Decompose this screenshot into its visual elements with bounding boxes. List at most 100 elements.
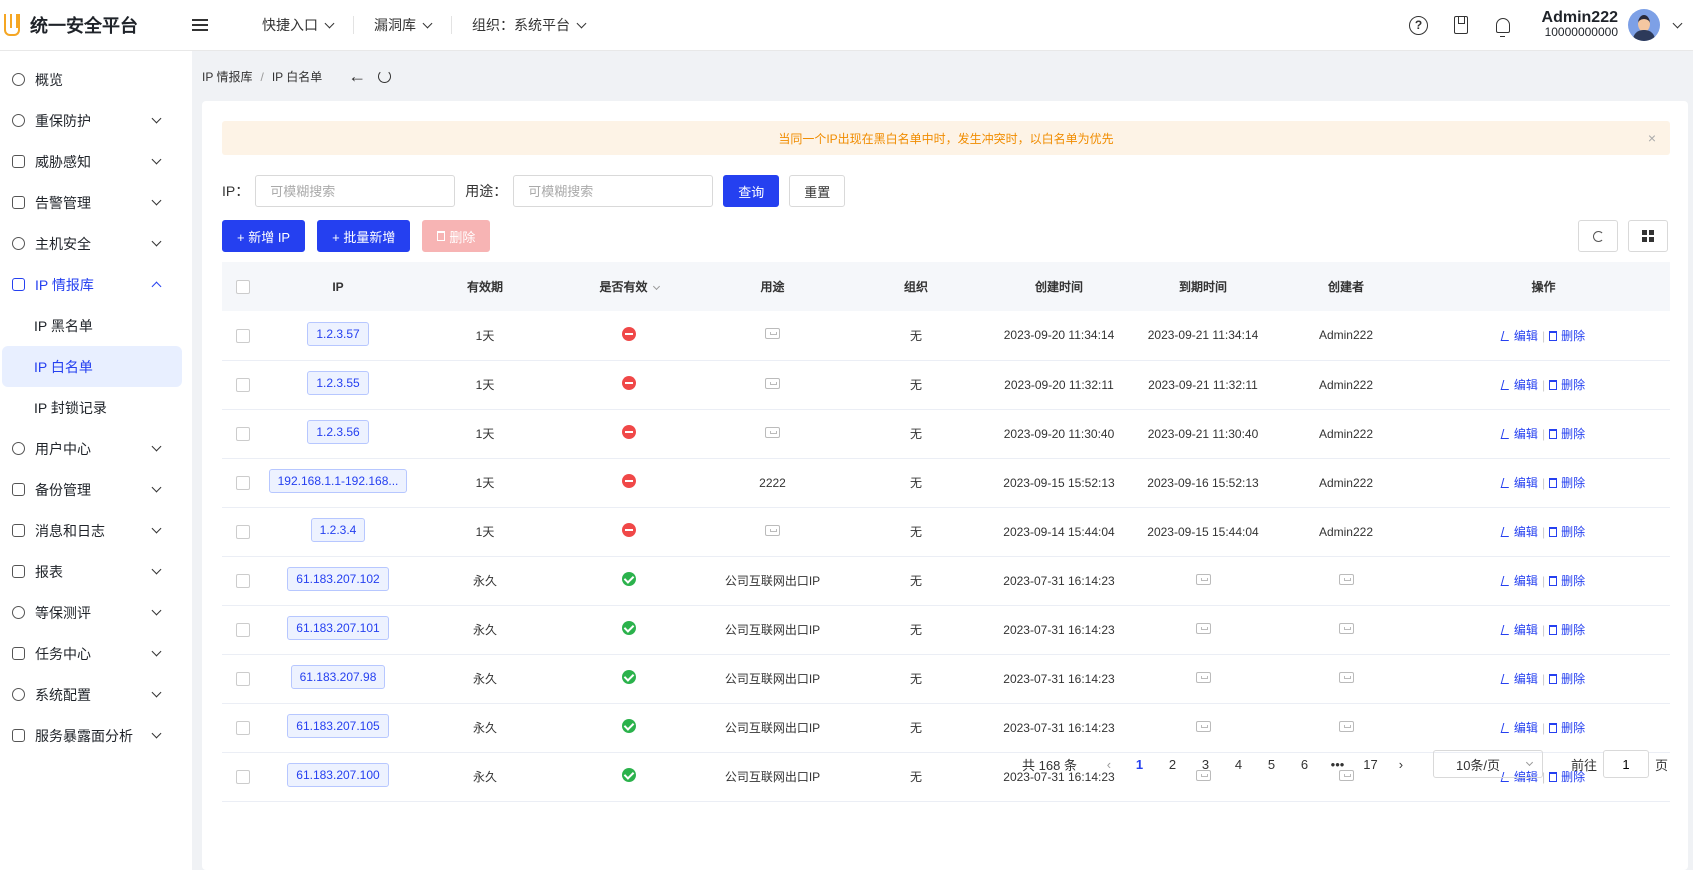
ip-tag[interactable]: 1.2.3.57 xyxy=(307,321,369,346)
sort-icon xyxy=(652,282,660,291)
row-checkbox[interactable] xyxy=(236,426,250,441)
search-button[interactable]: 查询 xyxy=(723,175,780,207)
add-ip-button[interactable]: + 新增 IP xyxy=(222,220,306,252)
page-2[interactable]: 2 xyxy=(1156,757,1189,772)
page-1[interactable]: 1 xyxy=(1123,757,1156,772)
jump-page-input[interactable] xyxy=(1602,750,1649,778)
edit-button[interactable]: 编辑 xyxy=(1500,329,1538,343)
sidebar-item-system-config[interactable]: 系统配置 xyxy=(0,674,192,715)
notifications-button[interactable] xyxy=(1492,14,1514,37)
row-delete-button[interactable]: 删除 xyxy=(1549,329,1585,343)
row-delete-button[interactable]: 删除 xyxy=(1549,672,1585,686)
sidebar-sub-ip-block-records[interactable]: IP 封锁记录 xyxy=(2,387,182,428)
select-all-checkbox[interactable] xyxy=(236,279,250,294)
column-settings-button[interactable] xyxy=(1628,220,1668,252)
sidebar-sub-ip-blacklist[interactable]: IP 黑名单 xyxy=(2,305,182,346)
edit-button[interactable]: 编辑 xyxy=(1500,378,1538,392)
ip-tag[interactable]: 1.2.3.4 xyxy=(310,518,366,542)
org-cell: 无 xyxy=(909,328,922,343)
avatar[interactable] xyxy=(1628,9,1660,41)
edit-button[interactable]: 编辑 xyxy=(1500,623,1538,637)
breadcrumb-parent[interactable]: IP 情报库 xyxy=(202,68,252,85)
nav-quick-entry[interactable]: 快捷入口 xyxy=(242,16,354,34)
page-3[interactable]: 3 xyxy=(1189,757,1222,772)
edit-button[interactable]: 编辑 xyxy=(1500,672,1538,686)
use-search-input[interactable] xyxy=(513,175,714,207)
row-delete-button[interactable]: 删除 xyxy=(1549,623,1585,637)
user-info[interactable]: Admin222 10000000000 xyxy=(1542,10,1618,40)
page-6[interactable]: 6 xyxy=(1288,757,1321,772)
row-delete-button[interactable]: 删除 xyxy=(1549,476,1585,490)
ip-tag[interactable]: 61.183.207.105 xyxy=(287,714,389,738)
expires-cell: 2023-09-21 11:30:40 xyxy=(1131,409,1275,458)
sidebar-item-messages-logs[interactable]: 消息和日志 xyxy=(0,510,192,551)
page-4[interactable]: 4 xyxy=(1222,757,1255,772)
sidebar-sub-ip-whitelist[interactable]: IP 白名单 xyxy=(2,346,182,387)
page-size-select[interactable]: 10条/页 xyxy=(1432,750,1543,778)
row-checkbox[interactable] xyxy=(236,573,250,588)
row-checkbox[interactable] xyxy=(236,475,250,490)
edit-button[interactable]: 编辑 xyxy=(1500,427,1538,441)
back-arrow-icon[interactable]: ← xyxy=(348,66,366,87)
sidebar-item-backup[interactable]: 备份管理 xyxy=(0,469,192,510)
sidebar-item-overview[interactable]: 概览 xyxy=(0,59,192,100)
row-checkbox[interactable] xyxy=(236,622,250,637)
sidebar-item-reports[interactable]: 报表 xyxy=(0,551,192,592)
app-logo[interactable]: 统一安全平台 xyxy=(0,12,192,38)
ip-tag[interactable]: 61.183.207.101 xyxy=(287,616,389,640)
delete-button[interactable]: 删除 xyxy=(422,220,491,252)
prev-page-icon[interactable]: ‹ xyxy=(1095,757,1123,772)
ip-tag[interactable]: 61.183.207.98 xyxy=(290,665,386,689)
sidebar-item-ip-intel[interactable]: IP 情报库 xyxy=(0,264,192,305)
row-delete-button[interactable]: 删除 xyxy=(1549,525,1585,539)
nav-org-select[interactable]: 组织：系统平台 xyxy=(452,16,605,34)
sidebar-item-exposure-analysis[interactable]: 服务暴露面分析 xyxy=(0,715,192,756)
row-checkbox[interactable] xyxy=(236,720,250,735)
row-checkbox[interactable] xyxy=(236,769,250,784)
user-menu-chevron-icon[interactable] xyxy=(1672,18,1683,28)
row-checkbox[interactable] xyxy=(236,377,250,392)
actions-cell: 编辑 | 删除 xyxy=(1417,605,1670,654)
edit-button[interactable]: 编辑 xyxy=(1500,574,1538,588)
edit-button[interactable]: 编辑 xyxy=(1500,721,1538,735)
sidebar-item-key-protection[interactable]: 重保防护 xyxy=(0,100,192,141)
next-page-icon[interactable]: › xyxy=(1387,757,1415,772)
table-refresh-button[interactable] xyxy=(1578,220,1618,252)
close-icon[interactable]: × xyxy=(1648,130,1656,146)
ip-tag[interactable]: 61.183.207.100 xyxy=(287,763,389,787)
sidebar-item-threat-perception[interactable]: 威胁感知 xyxy=(0,141,192,182)
page-ellipsis[interactable]: ••• xyxy=(1321,757,1354,772)
page-5[interactable]: 5 xyxy=(1255,757,1288,772)
ip-tag[interactable]: 192.168.1.1-192.168... xyxy=(268,469,408,493)
page-17[interactable]: 17 xyxy=(1354,757,1387,772)
row-checkbox[interactable] xyxy=(236,524,250,539)
empty-value-icon xyxy=(765,328,780,340)
menu-toggle-icon[interactable] xyxy=(192,19,208,31)
row-checkbox[interactable] xyxy=(236,671,250,686)
edit-icon xyxy=(1500,380,1512,390)
ip-tag[interactable]: 1.2.3.56 xyxy=(307,420,369,444)
refresh-icon[interactable] xyxy=(378,70,392,83)
batch-add-button[interactable]: + 批量新增 xyxy=(317,220,411,252)
docs-button[interactable] xyxy=(1450,14,1472,36)
sidebar-item-compliance[interactable]: 等保测评 xyxy=(0,592,192,633)
sidebar-item-host-security[interactable]: 主机安全 xyxy=(0,223,192,264)
nav-vuln-db[interactable]: 漏洞库 xyxy=(354,16,452,34)
row-delete-button[interactable]: 删除 xyxy=(1549,721,1585,735)
help-button[interactable]: ? xyxy=(1408,14,1430,36)
row-delete-button[interactable]: 删除 xyxy=(1549,378,1585,392)
ip-search-input[interactable] xyxy=(255,175,456,207)
col-valid[interactable]: 是否有效 xyxy=(558,262,700,311)
row-delete-button[interactable]: 删除 xyxy=(1549,427,1585,441)
ip-tag[interactable]: 61.183.207.102 xyxy=(287,567,389,591)
sidebar-item-alert-management[interactable]: 告警管理 xyxy=(0,182,192,223)
edit-button[interactable]: 编辑 xyxy=(1500,476,1538,490)
edit-button[interactable]: 编辑 xyxy=(1500,525,1538,539)
sidebar-item-task-center[interactable]: 任务中心 xyxy=(0,633,192,674)
reset-button[interactable]: 重置 xyxy=(789,175,846,207)
row-checkbox[interactable] xyxy=(236,328,250,343)
ip-tag[interactable]: 1.2.3.55 xyxy=(307,371,369,395)
sidebar-item-user-center[interactable]: 用户中心 xyxy=(0,428,192,469)
chevron-down-icon xyxy=(422,18,433,28)
row-delete-button[interactable]: 删除 xyxy=(1549,574,1585,588)
